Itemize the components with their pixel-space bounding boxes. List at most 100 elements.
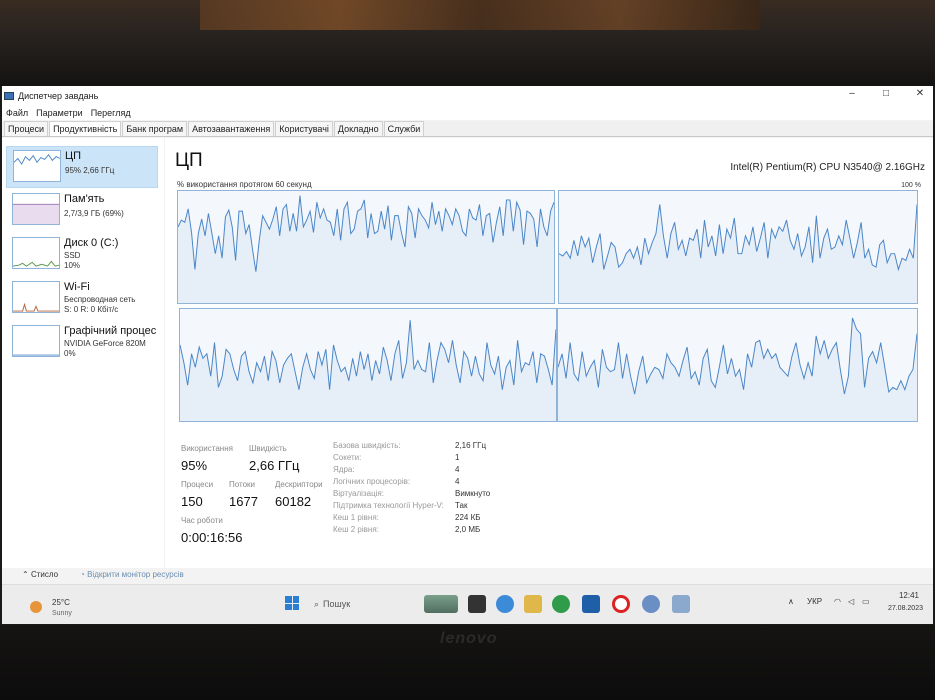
detail-label: Підтримка технології Hyper-V: — [333, 501, 444, 510]
task-view-icon[interactable] — [468, 595, 486, 613]
detail-value: 2,0 МБ — [455, 525, 481, 534]
weather-sun-icon[interactable] — [30, 601, 42, 613]
fewer-details-label: Стисло — [30, 570, 59, 579]
page-title: ЦП — [175, 150, 203, 171]
screen: Диспетчер завдань – □ ✕ Файл Параметри П… — [2, 86, 933, 624]
detail-label: Віртуалізація: — [333, 489, 384, 498]
resource-monitor-icon: ◔ — [80, 570, 85, 579]
tab-users[interactable]: Користувачі — [275, 121, 333, 136]
graph-max-label: 100 % — [901, 182, 921, 189]
detail-value: Вимкнуто — [455, 489, 491, 498]
open-resource-monitor-link[interactable]: ◔ Відкрити монітор ресурсів — [80, 570, 184, 579]
sidebar-item-sub: Беспроводная сеть — [64, 295, 136, 304]
tab-performance[interactable]: Продуктивність — [49, 121, 122, 136]
sidebar-item-sub: 2,7/3,9 ГБ (69%) — [64, 209, 124, 218]
search-icon: ⌕ — [314, 598, 320, 609]
memory-thumbnail-graph — [12, 193, 60, 225]
sidebar-item-label: Графічний процес — [64, 325, 157, 337]
task-manager-icon — [4, 92, 14, 100]
detail-value: 4 — [455, 477, 460, 486]
task-manager-taskbar-icon[interactable] — [672, 595, 690, 613]
fewer-details-button[interactable]: ⌃ Стисло — [22, 570, 58, 579]
uptime-value: 0:00:16:56 — [181, 530, 243, 545]
sidebar-item-sub2: 10% — [64, 261, 81, 270]
gpu-thumbnail-graph — [12, 325, 60, 357]
maximize-button[interactable]: □ — [879, 88, 893, 99]
widgets-app-icon[interactable] — [424, 595, 458, 613]
tab-startup[interactable]: Автозавантаження — [188, 121, 275, 136]
background-wood — [200, 0, 760, 30]
speed-label: Швидкість — [249, 444, 287, 453]
threads-label: Потоки — [229, 480, 256, 489]
chevron-up-icon: ⌃ — [22, 570, 29, 579]
chrome-browser-icon[interactable] — [552, 595, 570, 613]
menu-options[interactable]: Параметри — [36, 108, 83, 118]
menu-file[interactable]: Файл — [6, 108, 28, 118]
tray-chevron-icon[interactable]: ∧ — [788, 597, 794, 606]
search-label: Пошук — [323, 599, 351, 609]
processes-label: Процеси — [181, 480, 214, 489]
minimize-button[interactable]: – — [845, 88, 859, 99]
detail-label: Кеш 2 рівня: — [333, 525, 379, 534]
performance-sidebar: ЦП 95% 2,66 ГГц Пам'ять 2,7/3,9 ГБ (69%)… — [2, 138, 164, 568]
opera-browser-icon[interactable] — [612, 595, 630, 613]
sidebar-item-label: Диск 0 (C:) — [64, 237, 119, 249]
core-graph-1 — [558, 190, 918, 304]
wifi-icon[interactable]: ◠ — [834, 597, 841, 606]
language-indicator[interactable]: УКР — [807, 597, 822, 606]
sidebar-item-wifi[interactable]: Wi-Fi Беспроводная сеть S: 0 R: 0 Кбіт/с — [6, 278, 158, 320]
sidebar-item-cpu[interactable]: ЦП 95% 2,66 ГГц — [6, 146, 158, 188]
settings-gear-icon[interactable] — [642, 595, 660, 613]
detail-label: Логічних процесорів: — [333, 477, 411, 486]
tab-services[interactable]: Служби — [383, 121, 425, 136]
file-explorer-icon[interactable] — [524, 595, 542, 613]
brand-logo: lenovo — [440, 630, 498, 647]
wifi-thumbnail-graph — [12, 281, 60, 313]
title-bar: Диспетчер завдань – □ ✕ — [2, 86, 933, 106]
clock-date[interactable]: 27.08.2023 — [888, 605, 923, 612]
detail-label: Базова швидкість: — [333, 441, 401, 450]
cpu-thumbnail-graph — [13, 150, 61, 182]
cpu-model: Intel(R) Pentium(R) CPU N3540@ 2.16GHz — [730, 162, 925, 173]
sidebar-item-label: Wi-Fi — [64, 281, 90, 293]
core-graph-0 — [177, 190, 555, 304]
sidebar-item-disk[interactable]: Диск 0 (C:) SSD 10% — [6, 234, 158, 276]
detail-value: 1 — [455, 453, 460, 462]
tab-details[interactable]: Докладно — [333, 121, 383, 136]
detail-label: Ядра: — [333, 465, 355, 474]
sidebar-item-memory[interactable]: Пам'ять 2,7/3,9 ГБ (69%) — [6, 190, 158, 232]
graph-caption: % використання протягом 60 секунд — [177, 180, 312, 189]
menu-view[interactable]: Перегляд — [91, 108, 131, 118]
sidebar-item-sub2: 0% — [64, 349, 76, 358]
store-app-icon[interactable] — [582, 595, 600, 613]
taskbar: 25°C Sunny ⌕ Пошук ∧ УКР ◠ ◁ ▭ 12:41 27.… — [2, 584, 933, 624]
utilization-label: Використання — [181, 444, 233, 453]
battery-icon[interactable]: ▭ — [862, 597, 870, 606]
laptop-top-bezel — [0, 0, 935, 86]
sidebar-item-gpu[interactable]: Графічний процес NVIDIA GeForce 820M 0% — [6, 322, 158, 364]
resource-monitor-label: Відкрити монітор ресурсів — [87, 570, 184, 579]
close-button[interactable]: ✕ — [913, 88, 927, 99]
taskbar-search[interactable]: ⌕ Пошук — [314, 595, 414, 613]
tab-app-history[interactable]: Банк програм — [122, 121, 188, 136]
weather-temp[interactable]: 25°C — [52, 598, 70, 607]
window-controls: – □ ✕ — [845, 88, 927, 99]
speed-value: 2,66 ГГц — [249, 458, 300, 473]
weather-desc[interactable]: Sunny — [52, 610, 72, 617]
detail-value: Так — [455, 501, 468, 510]
sidebar-item-label: ЦП — [65, 150, 82, 162]
volume-icon[interactable]: ◁ — [848, 597, 854, 606]
clock-time[interactable]: 12:41 — [899, 591, 919, 600]
handles-label: Дескриптори — [275, 480, 323, 489]
menu-bar: Файл Параметри Перегляд — [2, 106, 933, 120]
sidebar-item-sub: 95% 2,66 ГГц — [65, 166, 115, 175]
windows-start-icon[interactable] — [285, 596, 299, 610]
edge-browser-icon[interactable] — [496, 595, 514, 613]
sidebar-item-sub2: S: 0 R: 0 Кбіт/с — [64, 305, 119, 314]
tab-processes[interactable]: Процеси — [4, 121, 49, 136]
processes-value: 150 — [181, 494, 203, 509]
sidebar-item-label: Пам'ять — [64, 193, 105, 205]
detail-value: 4 — [455, 465, 460, 474]
tab-bar: Процеси Продуктивність Банк програм Авто… — [2, 121, 933, 137]
disk-thumbnail-graph — [12, 237, 60, 269]
